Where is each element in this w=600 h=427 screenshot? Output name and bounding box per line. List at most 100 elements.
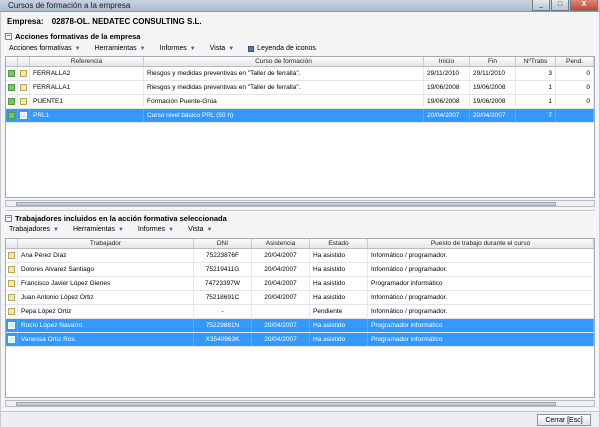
cell-ntrabs: 1: [516, 95, 556, 108]
table-row[interactable]: FERRALLA1 Riesgos y medidas preventivas …: [6, 81, 594, 95]
cell-inicio: 20/04/2007: [424, 109, 470, 122]
col-ntrabs[interactable]: NºTrabs: [516, 57, 556, 66]
cell-inicio: 19/06/2008: [424, 95, 470, 108]
worker-icon: [8, 308, 15, 315]
menu-label: Informes: [159, 45, 187, 52]
menu-trabajadores[interactable]: Trabajadores ▼: [9, 226, 59, 233]
cell-referencia: FERRALLA2: [30, 67, 144, 80]
cell-asistencia: [252, 305, 310, 318]
cell-pend: 0: [556, 67, 594, 80]
legend-icon: [248, 45, 255, 52]
scrollbar-thumb[interactable]: [16, 202, 556, 206]
worker-icon: [8, 294, 15, 301]
acciones-menubar: Acciones formativas ▼ Herramientas ▼ Infor…: [9, 45, 316, 52]
cell-ntrabs: 3: [516, 67, 556, 80]
table-row[interactable]: Pepa López Ortiz - Pendiente Informático…: [6, 305, 594, 319]
cell-estado: Ha asistido: [310, 249, 368, 262]
minimize-button[interactable]: _: [532, 0, 550, 11]
menu-herramientas[interactable]: Herramientas ▼: [95, 45, 146, 52]
cell-fin: 20/04/2007: [470, 109, 516, 122]
col-pend[interactable]: Pend.: [556, 57, 594, 66]
cell-dni: 74723397W: [194, 277, 252, 290]
trabajadores-section-header: − Trabajadores incluidos en la acción fo…: [5, 214, 227, 223]
menu-label: Vista: [209, 45, 226, 52]
table-row[interactable]: PUENTE1 Formación Puente-Grúa 19/06/2008…: [6, 95, 594, 109]
acciones-section-header: − Acciones formativas de la empresa: [5, 32, 140, 41]
maximize-button[interactable]: □: [551, 0, 569, 11]
table-row-selected[interactable]: Vanessa Ortiz Ros X3540963K 20/04/2007 H…: [6, 333, 594, 347]
trabajadores-section-title: Trabajadores incluidos en la acción form…: [15, 214, 227, 223]
table-row-selected[interactable]: Rocío López Navarro 75223881N 20/04/2007…: [6, 319, 594, 333]
document-icon: [20, 112, 27, 119]
cell-puesto: Informático / programador.: [368, 305, 594, 318]
trabajadores-horizontal-scrollbar[interactable]: [5, 400, 595, 407]
table-row[interactable]: Dolores Alvarez Santiago 75219411G 20/04…: [6, 263, 594, 277]
cell-fin: 29/11/2010: [470, 67, 516, 80]
menu-label: Herramientas: [94, 45, 137, 52]
menu-acciones-formativas[interactable]: Acciones formativas ▼: [9, 45, 81, 52]
menu-label: Herramientas: [72, 226, 115, 233]
col-estado[interactable]: Estado: [310, 239, 368, 248]
acciones-grid-header: Referencia Curso de formación Inicio Fin…: [6, 57, 594, 67]
cell-puesto: Programador informático: [368, 333, 594, 346]
cell-dni: 75223876F: [194, 249, 252, 262]
cell-inicio: 19/06/2008: [424, 81, 470, 94]
collapse-icon[interactable]: −: [5, 33, 12, 40]
col-trabajador[interactable]: Trabajador: [18, 239, 194, 248]
table-row[interactable]: Francisco Javier López Gienes 74723397W …: [6, 277, 594, 291]
cell-asistencia: 20/04/2007: [252, 249, 310, 262]
header-icon-col: [18, 57, 30, 66]
cell-puesto: Informático / programador.: [368, 249, 594, 262]
col-curso[interactable]: Curso de formación: [144, 57, 424, 66]
chevron-down-icon: ▼: [189, 45, 196, 52]
menu-vista[interactable]: Vista ▼: [188, 226, 212, 233]
col-referencia[interactable]: Referencia: [30, 57, 144, 66]
document-icon: [20, 84, 27, 91]
scrollbar-thumb[interactable]: [16, 402, 556, 406]
collapse-icon[interactable]: −: [5, 215, 12, 222]
menu-informes[interactable]: Informes ▼: [160, 45, 196, 52]
close-button[interactable]: Cerrar [Esc]: [537, 414, 591, 426]
table-row[interactable]: Ana Pérez Díaz 75223876F 20/04/2007 Ha a…: [6, 249, 594, 263]
menu-informes[interactable]: Informes ▼: [138, 226, 174, 233]
table-row[interactable]: Juan Antonio López Ortiz 75218691C 20/04…: [6, 291, 594, 305]
section-divider: [5, 210, 595, 212]
worker-icon: [8, 322, 15, 329]
window-controls: _ □ X: [532, 0, 598, 11]
table-row[interactable]: FERRALLA2 Riesgos y medidas preventivas …: [6, 67, 594, 81]
col-asistencia[interactable]: Asistencia: [252, 239, 310, 248]
worker-icon: [8, 252, 15, 259]
course-status-icon: [8, 70, 15, 77]
cell-dni: X3540963K: [194, 333, 252, 346]
menu-label: Informes: [137, 226, 166, 233]
menu-vista[interactable]: Vista ▼: [210, 45, 234, 52]
legend-label: Leyenda de iconos: [257, 45, 316, 52]
cell-referencia: FERRALLA1: [30, 81, 144, 94]
legend-button[interactable]: Leyenda de iconos: [248, 45, 316, 52]
menu-herramientas[interactable]: Herramientas ▼: [73, 226, 124, 233]
cell-curso: Formación Puente-Grúa: [144, 95, 424, 108]
close-window-button[interactable]: X: [570, 0, 598, 11]
cell-asistencia: 20/04/2007: [252, 319, 310, 332]
cell-trabajador: Rocío López Navarro: [18, 319, 194, 332]
cell-estado: Ha asistido: [310, 263, 368, 276]
acciones-section-title: Acciones formativas de la empresa: [15, 32, 141, 41]
col-dni[interactable]: DNI: [194, 239, 252, 248]
table-row-selected[interactable]: PRL1 Curso nivel básico PRL (50 h) 20/04…: [6, 109, 594, 123]
cell-dni: 75223881N: [194, 319, 252, 332]
cell-trabajador: Pepa López Ortiz: [18, 305, 194, 318]
col-puesto[interactable]: Puesto de trabajo durante el curso: [368, 239, 594, 248]
chevron-down-icon: ▼: [139, 45, 146, 52]
cell-referencia: PUENTE1: [30, 95, 144, 108]
trabajadores-grid-header: Trabajador DNI Asistencia Estado Puesto …: [6, 239, 594, 249]
col-inicio[interactable]: Inicio: [424, 57, 470, 66]
cell-ntrabs: 1: [516, 81, 556, 94]
col-fin[interactable]: Fin: [470, 57, 516, 66]
cell-asistencia: 20/04/2007: [252, 291, 310, 304]
cell-dni: -: [194, 305, 252, 318]
acciones-horizontal-scrollbar[interactable]: [5, 200, 595, 207]
chevron-down-icon: ▼: [74, 45, 81, 52]
empresa-value: 02878-OL. NEDATEC CONSULTING S.L.: [51, 17, 202, 26]
cell-trabajador: Ana Pérez Díaz: [18, 249, 194, 262]
cell-trabajador: Francisco Javier López Gienes: [18, 277, 194, 290]
